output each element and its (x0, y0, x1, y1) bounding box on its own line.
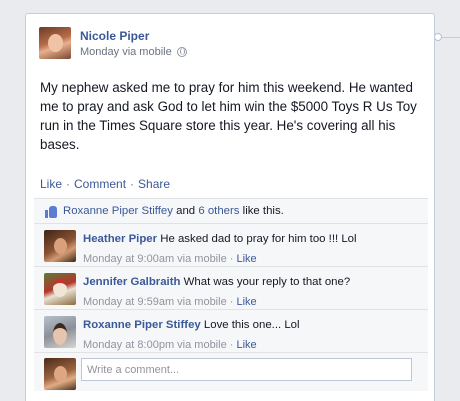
comment-timestamp[interactable]: Monday at 9:00am via mobile (83, 253, 227, 265)
comment-text: He asked dad to pray for him too !!! Lol (160, 233, 357, 245)
commenter-name-link[interactable]: Jennifer Galbraith (83, 276, 180, 288)
liker-link[interactable]: Roxanne Piper Stiffey (63, 205, 173, 217)
author-meta: Nicole Piper Monday via mobile (80, 27, 187, 59)
timeline-connector (441, 37, 460, 38)
post-card: Nicole Piper Monday via mobile My nephew… (25, 13, 435, 401)
comment-composer: Write a comment... (34, 353, 428, 391)
comment-meta: Monday at 9:00am via mobile · Like (83, 253, 257, 265)
author-avatar[interactable] (39, 27, 71, 59)
post-actions: Like · Comment · Share (40, 177, 170, 191)
others-link[interactable]: 6 others (198, 205, 239, 217)
feedback-section: Roxanne Piper Stiffey and 6 others like … (34, 198, 428, 391)
commenter-name-link[interactable]: Roxanne Piper Stiffey (83, 319, 201, 331)
comment-like-link[interactable]: Like (236, 339, 256, 351)
comment-body: Jennifer Galbraith What was your reply t… (83, 273, 350, 309)
comment-timestamp[interactable]: Monday at 9:59am via mobile (83, 296, 227, 308)
separator: · (130, 177, 135, 191)
comment-like-link[interactable]: Like (236, 296, 256, 308)
commenter-name-link[interactable]: Heather Piper (83, 233, 157, 245)
commenter-avatar[interactable] (44, 230, 76, 262)
comment-meta: Monday at 8:00pm via mobile · Like (83, 339, 257, 351)
comment-timestamp[interactable]: Monday at 8:00pm via mobile (83, 339, 227, 351)
comment-item: Jennifer Galbraith What was your reply t… (34, 267, 428, 310)
comment-input[interactable]: Write a comment... (81, 358, 412, 381)
post-text: My nephew asked me to pray for him this … (40, 80, 417, 152)
separator: · (66, 177, 71, 191)
likes-and-text: and (176, 205, 196, 217)
comment-text: Love this one... Lol (203, 319, 300, 331)
comment-item: Roxanne Piper Stiffey Love this one... L… (34, 310, 428, 353)
likes-suffix: like this. (242, 205, 284, 217)
globe-icon[interactable] (176, 47, 187, 57)
comment-text: What was your reply to that one? (183, 276, 351, 288)
thumbs-up-icon (45, 205, 58, 218)
post-timestamp[interactable]: Monday via mobile (80, 46, 172, 58)
post-header: Nicole Piper Monday via mobile (39, 27, 187, 59)
like-link[interactable]: Like (40, 177, 62, 191)
commenter-avatar[interactable] (44, 273, 76, 305)
share-link[interactable]: Share (138, 177, 170, 191)
post-meta: Monday via mobile (80, 46, 187, 58)
timeline-dot-icon (434, 33, 442, 41)
comment-like-link[interactable]: Like (236, 253, 256, 265)
comment-link[interactable]: Comment (74, 177, 126, 191)
comment-meta: Monday at 9:59am via mobile · Like (83, 296, 257, 308)
author-name-link[interactable]: Nicole Piper (80, 29, 187, 43)
comment-body: Roxanne Piper Stiffey Love this one... L… (83, 316, 300, 352)
likes-summary: Roxanne Piper Stiffey and 6 others like … (34, 199, 428, 224)
comment-body: Heather Piper He asked dad to pray for h… (83, 230, 357, 266)
comment-item: Heather Piper He asked dad to pray for h… (34, 224, 428, 267)
commenter-avatar[interactable] (44, 316, 76, 348)
viewer-avatar (44, 358, 76, 390)
